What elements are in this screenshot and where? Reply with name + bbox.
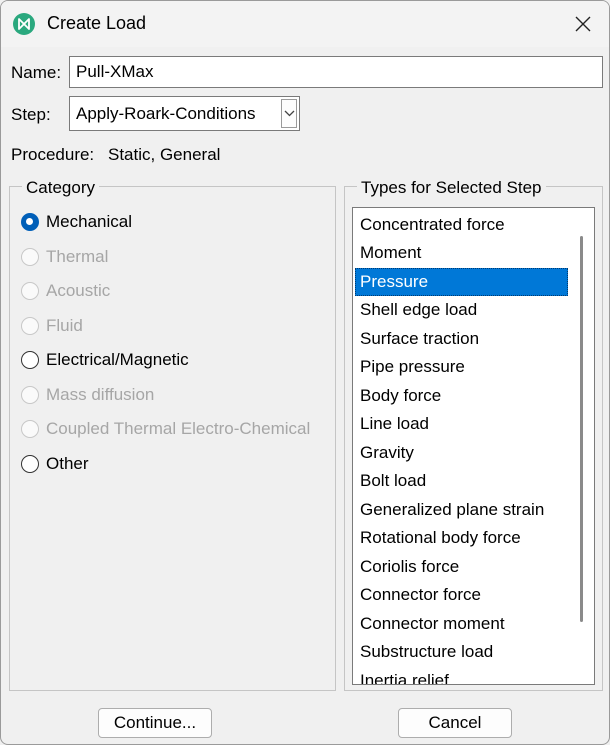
list-item[interactable]: Body force [355, 382, 568, 410]
list-item[interactable]: Coriolis force [355, 553, 568, 581]
step-select[interactable]: Apply-Roark-Conditions [69, 96, 300, 131]
step-select-value: Apply-Roark-Conditions [76, 104, 256, 123]
list-item[interactable]: Surface traction [355, 325, 568, 353]
name-label: Name: [11, 63, 62, 82]
radio-button-disabled [21, 386, 39, 404]
radio-label: Electrical/Magnetic [46, 350, 189, 369]
radio-coupled-thermal-electro-chemical: Coupled Thermal Electro-Chemical [21, 416, 310, 442]
list-item[interactable]: Concentrated force [355, 211, 568, 239]
radio-button-disabled [21, 248, 39, 266]
list-item[interactable]: Bolt load [355, 467, 568, 495]
radio-mass-diffusion: Mass diffusion [21, 382, 154, 408]
list-item[interactable]: Moment [355, 239, 568, 267]
close-button[interactable] [565, 9, 601, 39]
title-bar: Create Load [1, 1, 609, 47]
list-item[interactable]: Connector moment [355, 610, 568, 638]
list-item[interactable]: Substructure load [355, 638, 568, 666]
radio-label: Mechanical [46, 212, 132, 231]
radio-button-disabled [21, 317, 39, 335]
list-item-partial[interactable]: Inertia relief [355, 667, 568, 684]
types-listbox[interactable]: Concentrated force Moment Pressure Shell… [352, 207, 595, 685]
radio-label: Other [46, 454, 89, 473]
list-item[interactable]: Connector force [355, 581, 568, 609]
list-item-selected[interactable]: Pressure [355, 268, 568, 296]
create-load-dialog: Create Load Name: Step: Apply-Roark-Cond… [0, 0, 610, 745]
abaqus-logo-icon [13, 13, 35, 35]
radio-acoustic: Acoustic [21, 278, 110, 304]
list-item[interactable]: Shell edge load [355, 296, 568, 324]
radio-label: Thermal [46, 247, 109, 266]
list-item[interactable]: Pipe pressure [355, 353, 568, 381]
radio-label: Fluid [46, 316, 83, 335]
dialog-title: Create Load [47, 13, 147, 33]
radio-button-disabled [21, 420, 39, 438]
radio-other[interactable]: Other [21, 451, 89, 477]
list-item[interactable]: Gravity [355, 439, 568, 467]
step-label: Step: [11, 105, 51, 124]
name-input[interactable] [69, 56, 603, 88]
procedure-value: Static, General [108, 145, 221, 164]
scrollbar-thumb[interactable] [580, 236, 583, 622]
types-title: Types for Selected Step [357, 178, 546, 198]
radio-button-checked[interactable] [21, 213, 39, 231]
list-item[interactable]: Generalized plane strain [355, 496, 568, 524]
list-item[interactable]: Line load [355, 410, 568, 438]
radio-button[interactable] [21, 455, 39, 473]
radio-button-disabled [21, 282, 39, 300]
radio-thermal: Thermal [21, 244, 108, 270]
procedure-label: Procedure: [11, 145, 95, 164]
list-item[interactable]: Rotational body force [355, 524, 568, 552]
radio-fluid: Fluid [21, 313, 83, 339]
radio-electrical-magnetic[interactable]: Electrical/Magnetic [21, 347, 189, 373]
close-icon [575, 16, 591, 32]
radio-label: Coupled Thermal Electro-Chemical [46, 419, 311, 438]
radio-label: Acoustic [46, 281, 111, 300]
continue-button[interactable]: Continue... [98, 708, 212, 738]
radio-mechanical[interactable]: Mechanical [21, 209, 132, 235]
category-title: Category [22, 178, 99, 198]
chevron-down-icon [284, 110, 294, 117]
step-select-dropdown-button[interactable] [281, 99, 297, 128]
radio-button[interactable] [21, 351, 39, 369]
radio-label: Mass diffusion [46, 385, 155, 404]
cancel-button[interactable]: Cancel [398, 708, 512, 738]
